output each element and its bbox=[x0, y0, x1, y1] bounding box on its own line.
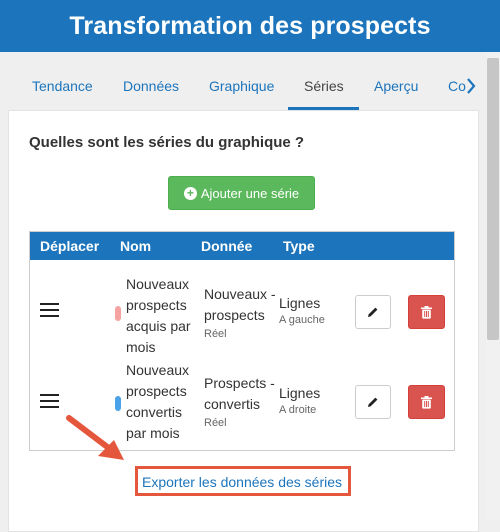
series-type: Lignes A gauche bbox=[279, 294, 349, 328]
table-header: Déplacer Nom Donnée Type bbox=[30, 232, 454, 260]
add-series-label: Ajouter une série bbox=[200, 185, 300, 201]
pencil-icon bbox=[368, 397, 378, 407]
table-row: Nouveaux prospects acquis par mois Nouve… bbox=[30, 260, 454, 358]
type-sub: A gauche bbox=[279, 314, 325, 326]
series-panel: Quelles sont les séries du graphique ? +… bbox=[8, 110, 479, 532]
export-series-data-link[interactable]: Exporter les données des séries bbox=[142, 474, 342, 490]
hamburger-icon[interactable] bbox=[40, 394, 60, 410]
delete-series-button[interactable] bbox=[408, 295, 445, 329]
pencil-icon bbox=[368, 307, 378, 317]
tab-donnees[interactable]: Données bbox=[123, 78, 179, 94]
arrow-icon bbox=[66, 415, 124, 460]
series-donnee: Nouveaux - prospects Réel bbox=[204, 284, 284, 342]
series-name: Nouveaux prospects acquis par mois bbox=[126, 276, 191, 355]
column-header-nom: Nom bbox=[120, 238, 152, 254]
hamburger-icon[interactable] bbox=[40, 303, 60, 319]
add-series-button[interactable]: + Ajouter une série bbox=[168, 176, 315, 210]
tab-series[interactable]: Séries bbox=[304, 78, 344, 94]
column-header-deplacer: Déplacer bbox=[40, 238, 100, 254]
panel-question: Quelles sont les séries du graphique ? bbox=[29, 134, 305, 151]
plus-circle-icon: + bbox=[183, 186, 197, 200]
tab-apercu[interactable]: Aperçu bbox=[374, 78, 418, 94]
app-header: Transformation des prospects bbox=[0, 0, 500, 52]
scrollbar-thumb[interactable] bbox=[487, 58, 499, 340]
tab-bar: Tendance Données Graphique Séries Aperçu… bbox=[0, 52, 486, 110]
tab-graphique[interactable]: Graphique bbox=[209, 78, 274, 94]
type-sub: A droite bbox=[279, 404, 317, 416]
chevron-right-icon[interactable] bbox=[462, 76, 480, 96]
trash-icon bbox=[421, 395, 432, 409]
column-header-type: Type bbox=[283, 238, 315, 254]
series-donnee: Prospects - convertis Réel bbox=[204, 373, 284, 431]
series-name: Nouveaux prospects convertis par mois bbox=[126, 362, 190, 441]
donnee-sub: Réel bbox=[204, 328, 227, 340]
series-color-swatch bbox=[115, 306, 121, 321]
column-header-donnee: Donnée bbox=[201, 238, 253, 254]
edit-series-button[interactable] bbox=[355, 385, 391, 419]
tab-tendance[interactable]: Tendance bbox=[32, 78, 93, 94]
edit-series-button[interactable] bbox=[355, 295, 391, 329]
series-type: Lignes A droite bbox=[279, 384, 349, 418]
trash-icon bbox=[421, 305, 432, 319]
donnee-sub: Réel bbox=[204, 417, 227, 429]
page-title: Transformation des prospects bbox=[69, 11, 431, 40]
delete-series-button[interactable] bbox=[408, 385, 445, 419]
